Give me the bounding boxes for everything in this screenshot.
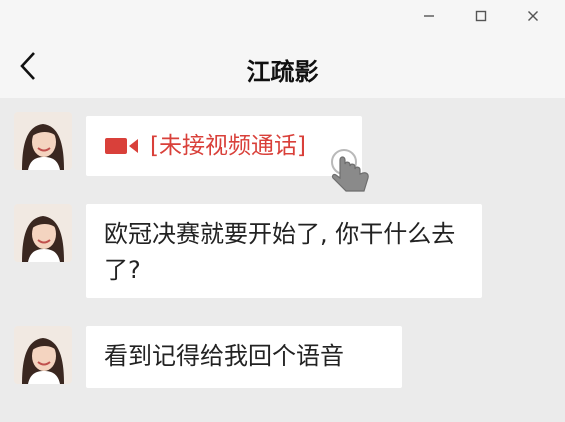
video-camera-icon xyxy=(104,135,140,157)
message-bubble[interactable]: 欧冠决赛就要开始了, 你干什么去了? xyxy=(86,204,482,298)
close-icon xyxy=(528,11,538,21)
avatar[interactable] xyxy=(14,112,72,170)
hand-pointer-icon xyxy=(326,148,376,198)
title-bar: 江疏影 xyxy=(0,0,565,98)
missed-video-call-bubble[interactable]: [未接视频通话] xyxy=(86,116,362,176)
chat-title: 江疏影 xyxy=(246,58,319,86)
maximize-icon xyxy=(475,10,487,22)
minimize-button[interactable] xyxy=(403,4,455,28)
close-button[interactable] xyxy=(507,4,559,28)
minimize-icon xyxy=(424,15,434,17)
window-controls xyxy=(403,4,559,28)
missed-call-text: [未接视频通话] xyxy=(150,133,306,159)
avatar[interactable] xyxy=(14,204,72,262)
message-bubble[interactable]: 看到记得给我回个语音 xyxy=(86,326,402,388)
maximize-button[interactable] xyxy=(455,4,507,28)
avatar[interactable] xyxy=(14,326,72,384)
